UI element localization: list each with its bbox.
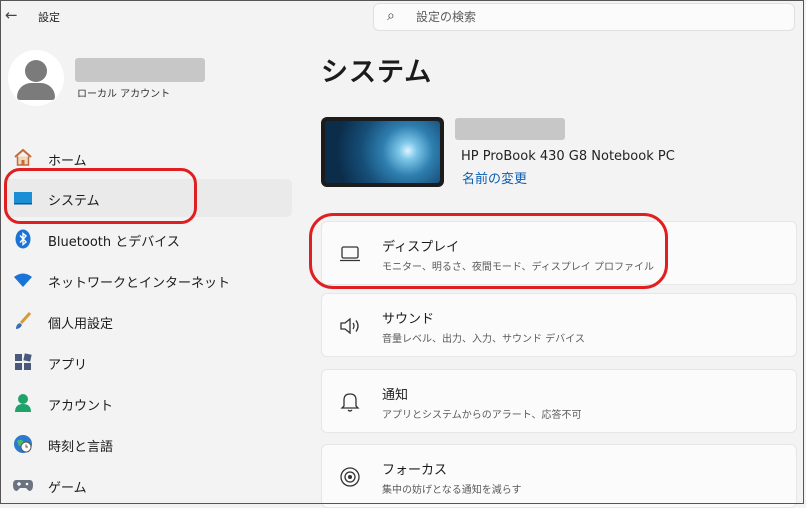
home-icon	[12, 147, 34, 169]
sidebar-item-home[interactable]: ホーム	[4, 139, 292, 177]
avatar-body-shape	[17, 83, 55, 100]
system-icon	[12, 187, 34, 209]
search-box[interactable]: ⌕	[373, 3, 795, 31]
title-bar: ← 設定 ⌕	[0, 0, 806, 34]
sidebar-item-apps[interactable]: アプリ	[4, 343, 292, 381]
bell-icon	[338, 390, 362, 414]
sidebar-item-network[interactable]: ネットワークとインターネット	[4, 261, 292, 299]
device-name-redacted	[455, 118, 565, 140]
avatar[interactable]	[8, 50, 64, 106]
search-input[interactable]	[414, 7, 778, 27]
card-title: フォーカス	[382, 463, 448, 478]
card-title: ディスプレイ	[382, 240, 460, 255]
apps-icon	[12, 351, 34, 373]
account-icon	[12, 392, 34, 414]
sidebar-item-gaming[interactable]: ゲーム	[4, 466, 292, 504]
card-subtitle: 集中の妨げとなる通知を減らす	[382, 485, 522, 496]
device-image	[321, 117, 444, 187]
bluetooth-icon	[12, 228, 34, 250]
avatar-head-shape	[25, 60, 47, 82]
focus-icon	[338, 465, 362, 489]
sidebar-item-accounts[interactable]: アカウント	[4, 384, 292, 422]
app-title: 設定	[38, 11, 60, 24]
sidebar-item-label: 個人用設定	[48, 317, 114, 332]
sidebar-item-bluetooth[interactable]: Bluetooth とデバイス	[4, 220, 292, 258]
speaker-icon	[338, 314, 362, 338]
device-model: HP ProBook 430 G8 Notebook PC	[461, 149, 675, 164]
sidebar-item-personalization[interactable]: 個人用設定	[4, 302, 292, 340]
brush-icon	[12, 310, 34, 332]
sidebar-item-label: アプリ	[48, 358, 88, 373]
sound-card[interactable]: サウンド 音量レベル、出力、入力、サウンド デバイス	[321, 293, 797, 357]
back-arrow-icon[interactable]: ←	[5, 6, 18, 24]
card-subtitle: 音量レベル、出力、入力、サウンド デバイス	[382, 334, 585, 345]
focus-card[interactable]: フォーカス 集中の妨げとなる通知を減らす	[321, 444, 797, 508]
page-title: システム	[321, 57, 433, 88]
sidebar-item-system[interactable]: システム	[4, 179, 292, 217]
globe-icon	[12, 433, 34, 455]
sidebar-item-label: アカウント	[48, 399, 114, 414]
sidebar-item-label: 時刻と言語	[48, 440, 114, 455]
sidebar-item-label: システム	[48, 194, 100, 209]
rename-link[interactable]: 名前の変更	[462, 168, 527, 187]
card-subtitle: モニター、明るさ、夜間モード、ディスプレイ プロファイル	[382, 262, 654, 273]
account-type: ローカル アカウント	[77, 89, 171, 100]
sidebar-item-time-language[interactable]: 時刻と言語	[4, 425, 292, 463]
sidebar-item-label: ネットワークとインターネット	[48, 276, 231, 291]
sidebar-item-label: Bluetooth とデバイス	[48, 235, 180, 250]
search-icon: ⌕	[387, 8, 395, 24]
sidebar-item-label: ゲーム	[48, 481, 87, 496]
display-card[interactable]: ディスプレイ モニター、明るさ、夜間モード、ディスプレイ プロファイル	[321, 221, 797, 285]
wifi-icon	[12, 269, 34, 291]
gamepad-icon	[12, 474, 34, 496]
notifications-card[interactable]: 通知 アプリとシステムからのアラート、応答不可	[321, 369, 797, 433]
display-icon	[338, 242, 362, 266]
card-title: 通知	[382, 388, 409, 403]
card-title: サウンド	[382, 312, 435, 327]
device-wallpaper	[325, 121, 440, 183]
user-name-redacted	[75, 58, 205, 82]
card-subtitle: アプリとシステムからのアラート、応答不可	[382, 410, 582, 421]
sidebar-item-label: ホーム	[48, 154, 87, 169]
